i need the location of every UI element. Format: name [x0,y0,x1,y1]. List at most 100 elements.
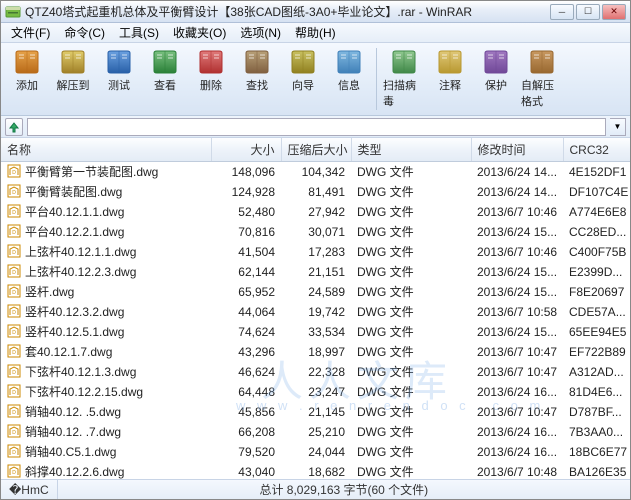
toolbar-delete-button[interactable]: 删除 [189,46,233,112]
menu-item-1[interactable]: 命令(C) [58,22,111,43]
extract-to-icon [59,49,87,75]
toolbar-delete-label: 删除 [200,77,222,93]
status-left: �HmC [1,480,58,499]
file-row[interactable]: D平台40.12.1.1.dwg52,48027,942DWG 文件2013/6… [1,202,630,222]
file-row[interactable]: D竖杆40.12.3.2.dwg44,06419,742DWG 文件2013/6… [1,302,630,322]
toolbar-extract-to-button[interactable]: 解压到 [51,46,95,112]
file-row[interactable]: D套40.12.1.7.dwg43,29618,997DWG 文件2013/6/… [1,342,630,362]
file-name-cell: D竖杆40.12.5.1.dwg [1,322,211,342]
file-name-cell: D上弦杆40.12.2.3.dwg [1,262,211,282]
file-modified-cell: 2013/6/24 16... [471,382,563,402]
file-name-cell: D平台40.12.2.1.dwg [1,222,211,242]
file-type-cell: DWG 文件 [351,462,471,480]
column-header-name[interactable]: 名称 [1,138,211,162]
path-input[interactable] [27,118,606,136]
file-row[interactable]: D竖杆.dwg65,95224,589DWG 文件2013/6/24 15...… [1,282,630,302]
toolbar-sfx-label: 自解压格式 [521,77,563,109]
file-size-cell: 45,856 [211,402,281,422]
toolbar-test-label: 测试 [108,77,130,93]
status-summary: 总计 8,029,163 字节(60 个文件) [58,480,630,499]
file-modified-cell: 2013/6/7 10:46 [471,242,563,262]
svg-text:D: D [12,230,16,236]
file-name-cell: D销轴40.12. .7.dwg [1,422,211,442]
file-type-cell: DWG 文件 [351,442,471,462]
comment-icon [436,49,464,75]
menu-item-5[interactable]: 帮助(H) [289,22,342,43]
file-crc-cell: 4E152DF1 [563,162,630,182]
find-icon [243,49,271,75]
file-size-cell: 43,296 [211,342,281,362]
toolbar-add-label: 添加 [16,77,38,93]
minimize-button[interactable]: ─ [550,4,574,20]
delete-icon [197,49,225,75]
file-row[interactable]: D平台40.12.2.1.dwg70,81630,071DWG 文件2013/6… [1,222,630,242]
svg-text:D: D [12,270,16,276]
toolbar-info-button[interactable]: 信息 [327,46,371,112]
file-row[interactable]: D上弦杆40.12.1.1.dwg41,50417,283DWG 文件2013/… [1,242,630,262]
file-modified-cell: 2013/6/24 15... [471,322,563,342]
file-name-cell: D销轴40.C5.1.dwg [1,442,211,462]
file-row[interactable]: D销轴40.12. .7.dwg66,20825,210DWG 文件2013/6… [1,422,630,442]
scan-virus-icon [390,49,418,75]
close-button[interactable]: ✕ [602,4,626,20]
menu-item-0[interactable]: 文件(F) [5,22,56,43]
file-row[interactable]: D斜撑40.12.2.6.dwg43,04018,682DWG 文件2013/6… [1,462,630,480]
file-crc-cell: D787BF... [563,402,630,422]
address-bar: ▼ [1,116,630,138]
file-modified-cell: 2013/6/7 10:46 [471,202,563,222]
file-packed-cell: 81,491 [281,182,351,202]
toolbar-scan-virus-button[interactable]: 扫描病毒 [382,46,426,112]
file-row[interactable]: D上弦杆40.12.2.3.dwg62,14421,151DWG 文件2013/… [1,262,630,282]
file-size-cell: 124,928 [211,182,281,202]
svg-text:D: D [12,410,16,416]
toolbar-find-button[interactable]: 查找 [235,46,279,112]
column-header-type[interactable]: 类型 [351,138,471,162]
toolbar-scan-virus-label: 扫描病毒 [383,77,425,109]
column-header-packed[interactable]: 压缩后大小 [281,138,351,162]
file-row[interactable]: D平衡臂第一节装配图.dwg148,096104,342DWG 文件2013/6… [1,162,630,182]
file-modified-cell: 2013/6/24 15... [471,222,563,242]
statusbar: �HmC 总计 8,029,163 字节(60 个文件) [1,479,630,499]
file-modified-cell: 2013/6/24 15... [471,262,563,282]
column-header-size[interactable]: 大小 [211,138,281,162]
toolbar-comment-button[interactable]: 注释 [428,46,472,112]
menu-item-2[interactable]: 工具(S) [113,22,165,43]
file-type-cell: DWG 文件 [351,422,471,442]
file-row[interactable]: D销轴40.12. .5.dwg45,85621,145DWG 文件2013/6… [1,402,630,422]
file-name-cell: D上弦杆40.12.1.1.dwg [1,242,211,262]
column-header-crc[interactable]: CRC32 [563,138,630,162]
svg-text:D: D [12,310,16,316]
toolbar-wizard-label: 向导 [292,77,314,93]
file-modified-cell: 2013/6/24 14... [471,182,563,202]
menu-item-3[interactable]: 收藏夹(O) [167,22,232,43]
file-row[interactable]: D销轴40.C5.1.dwg79,52024,044DWG 文件2013/6/2… [1,442,630,462]
file-size-cell: 46,624 [211,362,281,382]
toolbar-add-button[interactable]: 添加 [5,46,49,112]
svg-text:D: D [12,350,16,356]
file-row[interactable]: D下弦杆40.12.1.3.dwg46,62422,328DWG 文件2013/… [1,362,630,382]
svg-text:D: D [12,290,16,296]
menu-item-4[interactable]: 选项(N) [234,22,287,43]
maximize-button[interactable]: ☐ [576,4,600,20]
svg-text:D: D [12,190,16,196]
file-name-cell: D下弦杆40.12.2.15.dwg [1,382,211,402]
file-size-cell: 74,624 [211,322,281,342]
file-row[interactable]: D竖杆40.12.5.1.dwg74,62433,534DWG 文件2013/6… [1,322,630,342]
file-packed-cell: 24,589 [281,282,351,302]
toolbar-sfx-button[interactable]: 自解压格式 [520,46,564,112]
file-crc-cell: 81D4E6... [563,382,630,402]
toolbar-view-button[interactable]: 查看 [143,46,187,112]
file-packed-cell: 19,742 [281,302,351,322]
column-header-modified[interactable]: 修改时间 [471,138,563,162]
file-size-cell: 52,480 [211,202,281,222]
toolbar: 添加解压到测试查看删除查找向导信息扫描病毒注释保护自解压格式 [1,43,630,116]
toolbar-protect-button[interactable]: 保护 [474,46,518,112]
file-row[interactable]: D平衡臂装配图.dwg124,92881,491DWG 文件2013/6/24 … [1,182,630,202]
toolbar-test-button[interactable]: 测试 [97,46,141,112]
toolbar-wizard-button[interactable]: 向导 [281,46,325,112]
file-row[interactable]: D下弦杆40.12.2.15.dwg64,44823,247DWG 文件2013… [1,382,630,402]
file-packed-cell: 21,145 [281,402,351,422]
file-list[interactable]: 名称 大小 压缩后大小 类型 修改时间 CRC32 D平衡臂第一节装配图.dwg… [1,138,630,479]
path-dropdown-button[interactable]: ▼ [610,118,626,136]
up-button[interactable] [5,118,23,136]
